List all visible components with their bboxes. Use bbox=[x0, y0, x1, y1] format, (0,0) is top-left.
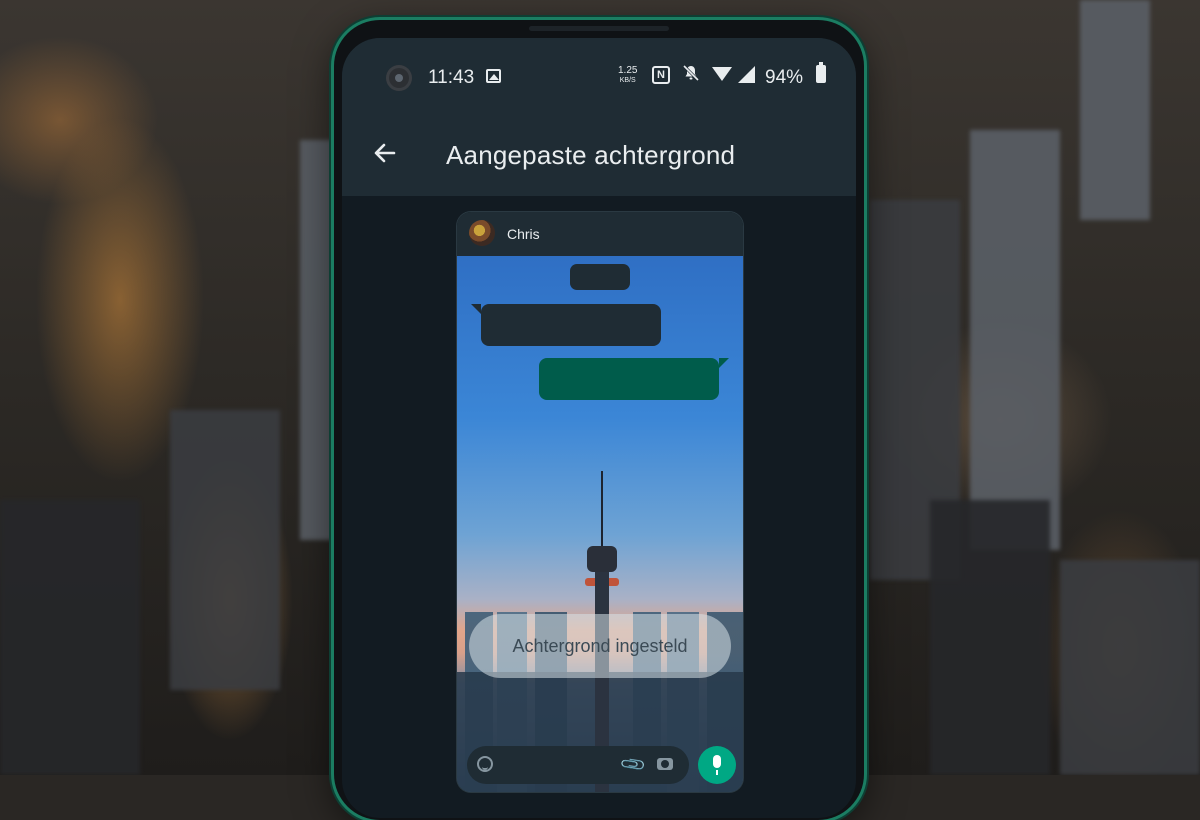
date-chip-placeholder bbox=[570, 264, 630, 290]
preview-chat-header: Chris bbox=[457, 212, 743, 256]
network-speed-value: 1.25 bbox=[618, 65, 638, 76]
camera-icon bbox=[657, 758, 673, 770]
page-title: Aangepaste achtergrond bbox=[446, 140, 736, 170]
background-building bbox=[0, 500, 140, 775]
phone-screen: 11:43 1.25 KB/S N 94% Aangepaste achterg… bbox=[342, 38, 856, 818]
background-building bbox=[930, 500, 1050, 775]
tv-tower-antenna bbox=[601, 471, 603, 551]
avatar bbox=[469, 220, 495, 246]
phone-frame: 11:43 1.25 KB/S N 94% Aangepaste achterg… bbox=[334, 20, 864, 820]
gallery-icon bbox=[486, 69, 501, 83]
mic-button bbox=[698, 746, 736, 784]
background-building bbox=[1080, 0, 1150, 220]
wallpaper-preview: Chris Achtergrond ingesteld 📎 bbox=[457, 212, 743, 792]
tv-tower-pod bbox=[587, 546, 617, 572]
nfc-icon: N bbox=[652, 66, 670, 84]
mute-icon bbox=[682, 64, 700, 87]
battery-icon bbox=[816, 62, 826, 83]
status-time: 11:43 bbox=[428, 67, 475, 88]
app-bar: Aangepaste achtergrond bbox=[342, 114, 856, 196]
back-arrow-icon[interactable] bbox=[370, 138, 400, 168]
incoming-message-placeholder bbox=[471, 304, 661, 346]
status-bar: 11:43 1.25 KB/S N 94% bbox=[342, 38, 856, 114]
alert-slider bbox=[865, 320, 869, 360]
earpiece-speaker bbox=[529, 26, 669, 31]
network-speed-unit: KB/S bbox=[619, 77, 636, 84]
wallpaper-image: Achtergrond ingesteld 📎 bbox=[457, 256, 743, 792]
battery-percentage: 94% bbox=[765, 67, 804, 88]
outgoing-message-placeholder bbox=[539, 358, 729, 400]
emoji-icon bbox=[477, 756, 493, 772]
signal-icon bbox=[738, 66, 755, 83]
front-camera bbox=[386, 65, 412, 91]
mic-icon bbox=[713, 755, 721, 775]
wallpaper-set-toast: Achtergrond ingesteld bbox=[469, 614, 731, 678]
background-building bbox=[1060, 560, 1200, 775]
background-building bbox=[970, 130, 1060, 550]
wifi-icon bbox=[712, 67, 732, 81]
background-building bbox=[170, 410, 280, 690]
network-speed: 1.25 KB/S bbox=[618, 66, 637, 86]
contact-name: Chris bbox=[507, 226, 540, 242]
power-button bbox=[865, 440, 869, 520]
message-input-bar: 📎 bbox=[467, 746, 689, 784]
attach-icon: 📎 bbox=[619, 750, 648, 779]
